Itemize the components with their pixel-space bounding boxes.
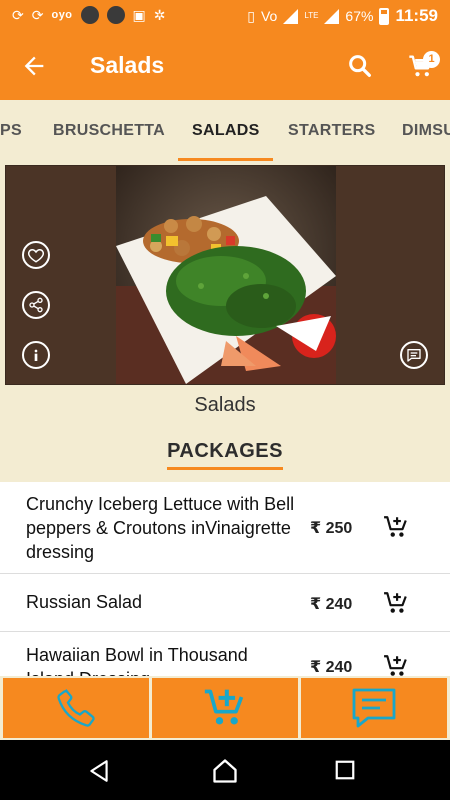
network-label: LTE (304, 11, 319, 20)
system-icons: ▯ Vo LTE 67% 11:59 (247, 6, 438, 26)
vibrate-icon: ▯ (247, 7, 255, 24)
list-item[interactable]: Russian Salad ₹ 240 (0, 574, 450, 632)
hero-caption: Salads (194, 394, 256, 416)
add-to-cart-icon[interactable] (383, 653, 409, 678)
add-to-cart-icon[interactable] (383, 514, 409, 540)
cart-plus-icon (204, 689, 244, 725)
add-to-cart-button[interactable] (152, 678, 298, 738)
add-to-cart-icon[interactable] (383, 590, 409, 616)
list-item[interactable]: Hawaiian Bowl in Thousand Island Dressin… (0, 632, 450, 678)
tab-bruschetta[interactable]: BRUSCHETTA (53, 122, 165, 140)
phone-icon (57, 689, 95, 727)
item-name: Crunchy Iceberg Lettuce with Bell pepper… (26, 494, 295, 562)
bottom-action-bar (0, 676, 450, 740)
nav-recents-icon[interactable] (334, 759, 356, 781)
sync-icon: ⟳ (31, 7, 44, 23)
item-price: ₹ 240 (310, 659, 353, 676)
battery-icon (379, 7, 390, 25)
nav-home-icon[interactable] (211, 757, 239, 785)
status-bar: ⟳ ⟳ oyo ▣ ✲ ▯ Vo LTE 67% 11:59 (0, 0, 450, 32)
hero-banner (5, 165, 445, 385)
packages-title: PACKAGES (167, 440, 283, 470)
info-button[interactable] (22, 341, 50, 369)
notification-icons: ⟳ ⟳ oyo ▣ ✲ (12, 6, 166, 24)
list-item[interactable]: Crunchy Iceberg Lettuce with Bell pepper… (0, 482, 450, 574)
message-icon (352, 688, 396, 728)
comment-button[interactable] (400, 341, 428, 369)
favorite-button[interactable] (22, 241, 50, 269)
image-icon: ▣ (132, 7, 146, 23)
clock: 11:59 (395, 6, 438, 25)
item-price: ₹ 240 (310, 596, 353, 613)
tab-salads[interactable]: SALADS (192, 122, 260, 140)
app-bar: Salads 1 (0, 32, 450, 100)
tab-starters[interactable]: STARTERS (288, 122, 375, 140)
category-tabs: PS BRUSCHETTA SALADS STARTERS DIMSU (0, 100, 450, 162)
back-arrow-icon[interactable] (20, 52, 48, 80)
heart-icon (27, 248, 45, 263)
info-icon (34, 349, 38, 361)
packages-heading: PACKAGES (0, 440, 450, 470)
item-price: ₹ 250 (310, 520, 353, 537)
hub-icon: ✲ (153, 7, 166, 23)
carrier-label: oyo (51, 9, 73, 21)
system-nav-bar (0, 740, 450, 800)
call-button[interactable] (3, 678, 149, 738)
wifi-signal-icon (283, 8, 299, 24)
share-button[interactable] (22, 291, 50, 319)
item-name: Hawaiian Bowl in Thousand Island Dressin… (26, 645, 248, 678)
package-list: Crunchy Iceberg Lettuce with Bell pepper… (0, 482, 450, 678)
nav-back-icon[interactable] (86, 758, 112, 784)
app-notification-icon (80, 6, 99, 24)
share-icon (29, 297, 43, 313)
message-button[interactable] (301, 678, 447, 738)
comment-icon (407, 349, 421, 362)
search-icon[interactable] (346, 52, 374, 80)
cell-signal-icon (324, 8, 340, 24)
tab-ps[interactable]: PS (0, 122, 22, 140)
cart-count-badge: 1 (423, 51, 440, 68)
sync-icon: ⟳ (12, 7, 24, 23)
active-tab-indicator (178, 158, 273, 161)
salad-photo (116, 166, 336, 384)
item-name: Russian Salad (26, 592, 143, 612)
page-title: Salads (90, 52, 165, 78)
app-notification-icon (106, 6, 125, 24)
volte-icon: Vo (260, 8, 278, 24)
battery-level: 67% (345, 8, 374, 24)
tab-dimsum[interactable]: DIMSU (402, 122, 450, 140)
